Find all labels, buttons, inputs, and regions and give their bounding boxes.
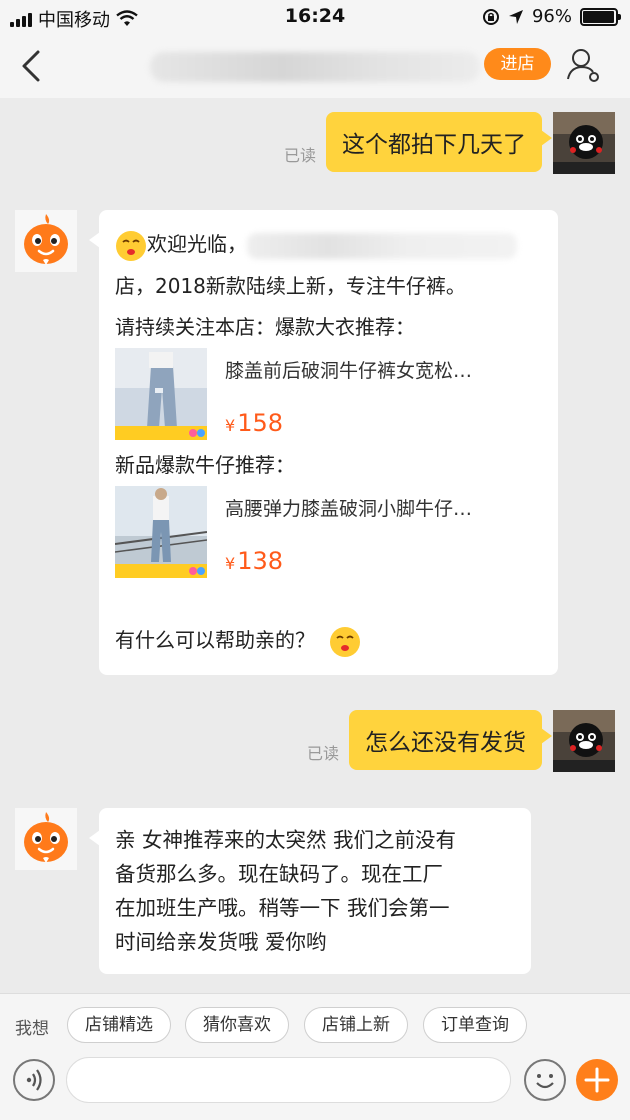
my-avatar[interactable] <box>553 710 615 772</box>
chip-order-query[interactable]: 订单查询 <box>423 1007 527 1043</box>
battery-percent: 96% <box>531 6 572 27</box>
product-1-price-value: 158 <box>237 409 283 437</box>
message-outgoing: 已读 怎么还没有发货 <box>306 710 552 770</box>
shop-reply-bubble: 亲 女神推荐来的太突然 我们之前没有 备货那么多。现在缺码了。现在工厂 在加班生… <box>89 808 531 974</box>
message-outgoing: 已读 这个都拍下几天了 <box>283 112 552 172</box>
product-1-price: ¥158 <box>225 408 515 441</box>
shop-welcome-bubble: 欢迎光临， 店，2018新款陆续上新，专注牛仔裤。 请持续关注本店：爆款大衣推荐… <box>89 210 558 675</box>
battery-icon <box>580 7 621 26</box>
kiss-emoji-icon <box>116 230 146 261</box>
chip-shop-new[interactable]: 店铺上新 <box>304 1007 408 1043</box>
plus-icon <box>584 1067 610 1093</box>
read-status: 已读 <box>306 744 339 763</box>
product-2-price: ¥138 <box>225 546 515 579</box>
closing-text: 有什么可以帮助亲的？ <box>115 628 315 652</box>
shop-mascot-icon <box>24 812 68 863</box>
shop-name-redacted <box>150 52 480 82</box>
reply-line-2: 备货那么多。现在缺码了。现在工厂 <box>115 862 443 886</box>
product-1-currency: ¥ <box>225 416 236 435</box>
back-icon[interactable] <box>18 48 46 84</box>
welcome-line-3: 请持续关注本店：爆款大衣推荐： <box>115 315 415 339</box>
my-bubble[interactable]: 这个都拍下几天了 <box>326 112 552 172</box>
closing-line: 有什么可以帮助亲的？ <box>115 622 361 658</box>
my-avatar[interactable] <box>553 112 615 174</box>
product-2-currency: ¥ <box>225 554 236 573</box>
product-2-image[interactable] <box>115 486 207 578</box>
product-card-2[interactable]: 高腰弹力膝盖破洞小脚牛仔… ¥138 <box>115 486 472 578</box>
status-right: 96% <box>482 6 621 27</box>
reply-line-4: 时间给亲发货哦 爱你哟 <box>115 930 327 954</box>
user-settings-icon[interactable] <box>566 46 602 84</box>
voice-button[interactable] <box>13 1059 55 1101</box>
welcome-line-2: 店，2018新款陆续上新，专注牛仔裤。 <box>115 274 466 298</box>
product-2-info: 高腰弹力膝盖破洞小脚牛仔… ¥138 <box>225 486 515 579</box>
product-2-title[interactable]: 高腰弹力膝盖破洞小脚牛仔… <box>225 494 515 524</box>
read-status: 已读 <box>283 146 316 165</box>
product-card-1[interactable]: 膝盖前后破洞牛仔裤女宽松… ¥158 <box>115 348 472 440</box>
emoji-button[interactable] <box>524 1059 566 1101</box>
kiss-emoji-icon <box>330 626 361 657</box>
chip-shop-picks[interactable]: 店铺精选 <box>67 1007 171 1043</box>
reply-line-3: 在加班生产哦。稍等一下 我们会第一 <box>115 896 450 920</box>
shop-mascot-icon <box>24 214 68 265</box>
nav-bar: 进店 <box>0 34 630 98</box>
welcome-line-1: 欢迎光临， <box>115 226 517 262</box>
smiley-icon <box>536 1074 554 1089</box>
shop-avatar[interactable] <box>15 808 77 870</box>
voice-icon <box>26 1069 42 1091</box>
my-bubble[interactable]: 怎么还没有发货 <box>349 710 552 770</box>
more-button[interactable] <box>576 1059 618 1101</box>
product-1-title[interactable]: 膝盖前后破洞牛仔裤女宽松… <box>225 356 515 386</box>
product-1-info: 膝盖前后破洞牛仔裤女宽松… ¥158 <box>225 348 515 441</box>
input-bar <box>0 1053 630 1120</box>
quick-bar-label: 我想 <box>15 1019 49 1039</box>
redacted-shop-name <box>247 232 517 259</box>
message-input[interactable] <box>66 1057 511 1103</box>
chip-you-may-like[interactable]: 猜你喜欢 <box>185 1007 289 1043</box>
reply-line-1: 亲 女神推荐来的太突然 我们之前没有 <box>115 828 457 852</box>
enter-shop-button[interactable]: 进店 <box>484 48 551 80</box>
shop-avatar[interactable] <box>15 210 77 272</box>
location-icon <box>508 9 523 24</box>
battery-fill <box>583 10 614 23</box>
welcome-text: 欢迎光临， <box>147 232 247 256</box>
product-2-price-value: 138 <box>237 547 283 575</box>
product-section-2-title: 新品爆款牛仔推荐： <box>115 453 295 477</box>
quick-suggestion-bar: 我想 店铺精选 猜你喜欢 店铺上新 订单查询 <box>0 993 630 1053</box>
status-bar: 中国移动 16:24 96% <box>0 0 630 34</box>
product-1-image[interactable] <box>115 348 207 440</box>
rotation-lock-icon <box>482 8 499 25</box>
